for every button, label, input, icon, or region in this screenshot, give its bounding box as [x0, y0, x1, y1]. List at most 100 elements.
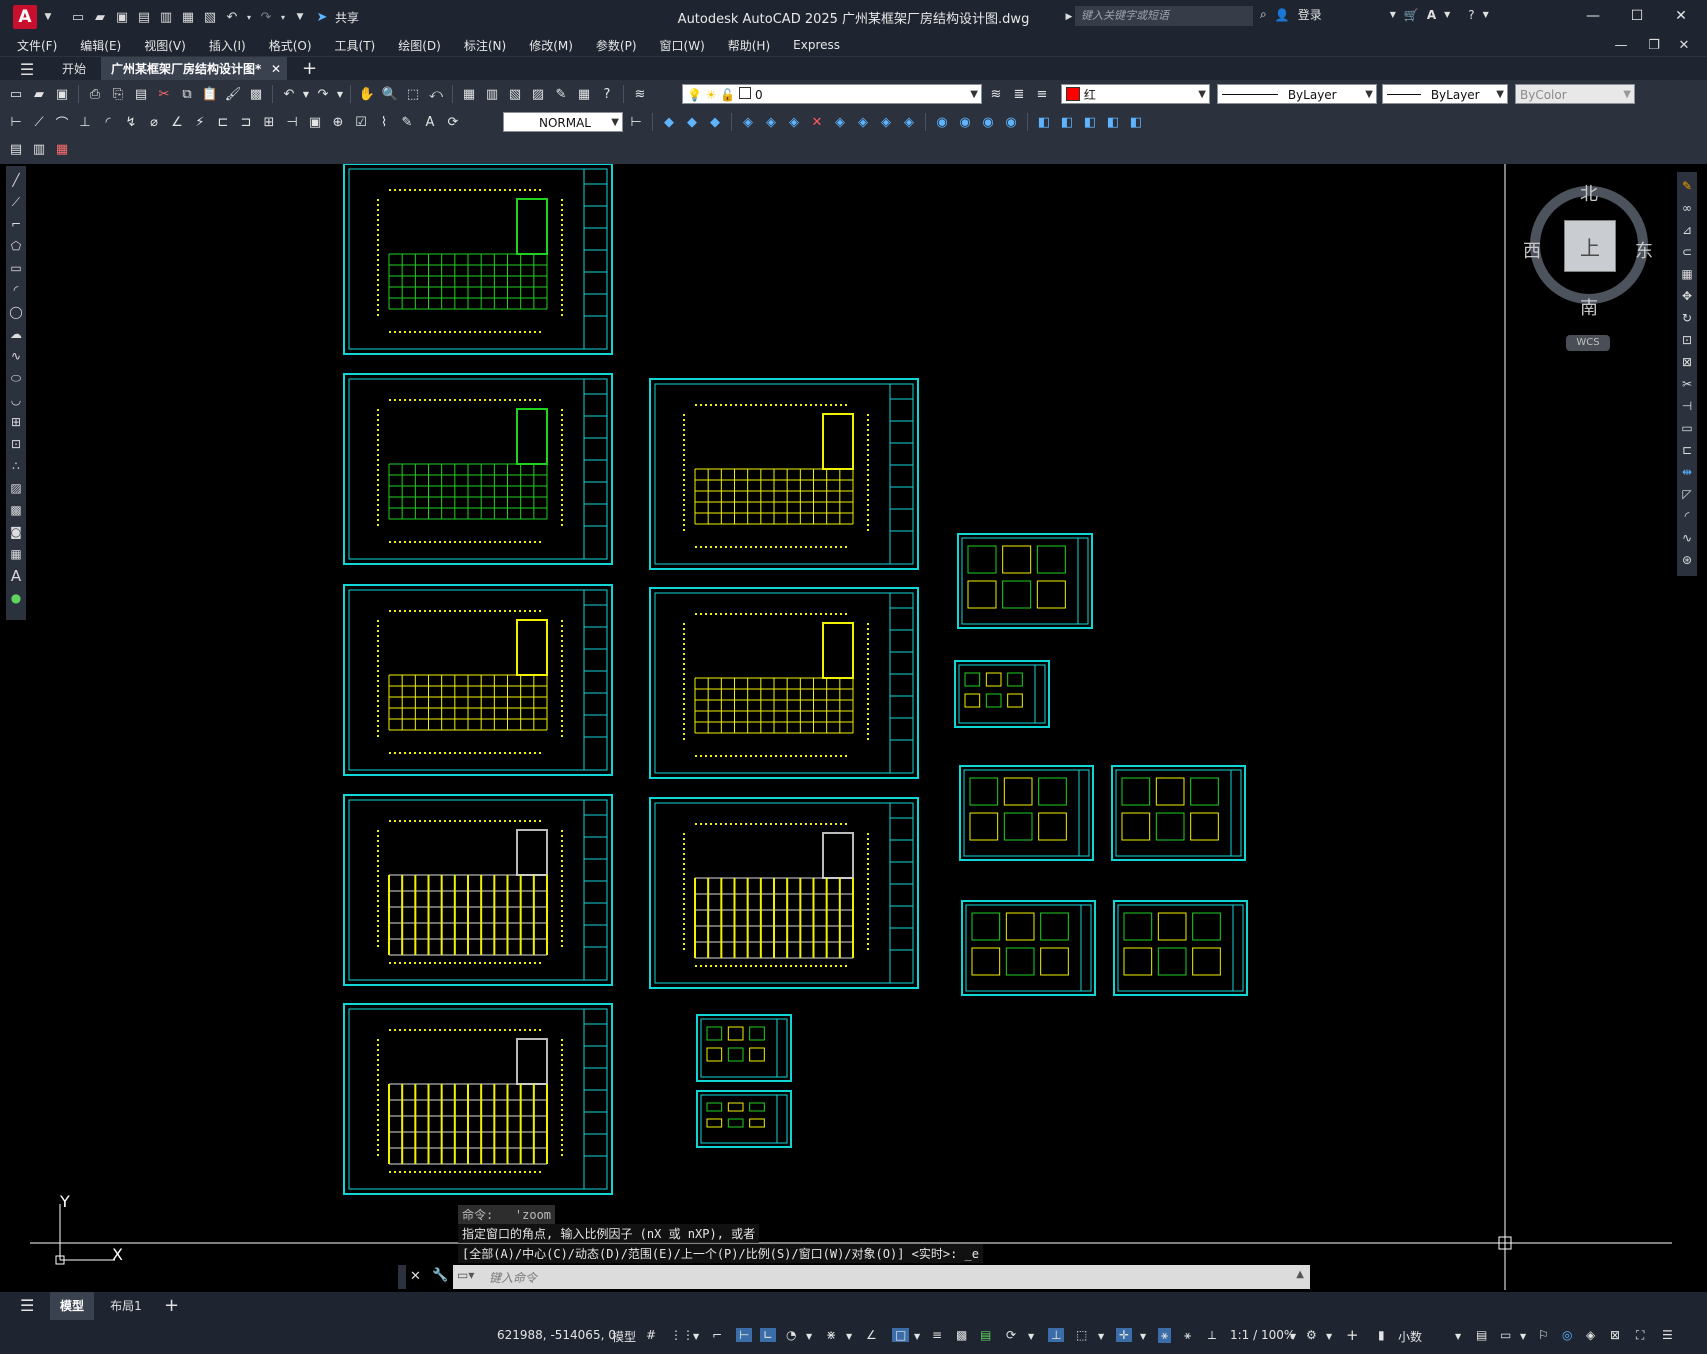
drawing-close-icon[interactable]: ✕ — [1675, 36, 1693, 54]
construction-line-icon[interactable]: ⟋ — [7, 192, 25, 212]
view-tool-20-icon[interactable]: ◧ — [1126, 112, 1146, 132]
properties-icon[interactable]: ▦ — [459, 84, 479, 104]
redo-dropdown-icon[interactable]: ▾ — [279, 8, 287, 26]
fullscreen-icon[interactable]: ⛶ — [1636, 1328, 1644, 1343]
minimize-button[interactable]: — — [1573, 4, 1613, 28]
menu-parametric[interactable]: 参数(P) — [596, 37, 637, 54]
rotate-icon[interactable]: ↻ — [1678, 308, 1696, 328]
aligned-dimension-icon[interactable]: ⟋ — [29, 112, 49, 132]
ellipse-arc-icon[interactable]: ◡ — [7, 390, 25, 410]
make-current-layer-icon[interactable]: ≋ — [986, 84, 1006, 104]
spline-icon[interactable]: ∿ — [7, 346, 25, 366]
color-dropdown[interactable]: 红 ▼ — [1061, 84, 1210, 104]
close-button[interactable]: ✕ — [1661, 4, 1701, 28]
diameter-dimension-icon[interactable]: ⌀ — [144, 112, 164, 132]
add-selected-icon[interactable]: ● — [7, 588, 25, 608]
grid-icon[interactable]: # — [646, 1328, 656, 1342]
redo-icon[interactable]: ↷ — [257, 8, 275, 26]
hamburger-menu-icon[interactable]: ☰ — [18, 60, 36, 79]
lineweight-dropdown-icon[interactable]: ▼ — [1496, 85, 1504, 105]
clean-screen-icon[interactable]: ⊠ — [1610, 1328, 1620, 1342]
lineweight-dropdown[interactable]: ByLayer ▼ — [1382, 84, 1508, 104]
continue-dimension-icon[interactable]: ⊐ — [236, 112, 256, 132]
inspection-icon[interactable]: ☑ — [351, 112, 371, 132]
dimension-edit-icon[interactable]: ✎ — [397, 112, 417, 132]
view-tool-15-icon[interactable]: ◉ — [1001, 112, 1021, 132]
graphics-performance-icon[interactable]: ▭ — [1500, 1328, 1511, 1342]
tab-layout1[interactable]: 布局1 — [104, 1292, 148, 1320]
pan-icon[interactable]: ✋ — [357, 84, 377, 104]
extra-tool-2-icon[interactable]: ▥ — [29, 139, 49, 159]
layer-sun-icon[interactable]: ☀ — [706, 88, 717, 102]
angular-dimension-icon[interactable]: ∠ — [167, 112, 187, 132]
dimension-style-icon[interactable]: ⊢ — [626, 112, 646, 132]
drawing-minimize-icon[interactable]: — — [1612, 36, 1630, 54]
block-editor-icon[interactable]: ▩ — [246, 84, 266, 104]
insert-block-icon[interactable]: ⊞ — [7, 412, 25, 432]
hardware-acceleration-icon[interactable]: ◈ — [1586, 1328, 1595, 1342]
autodesk-a360-icon[interactable]: A — [1427, 8, 1436, 22]
color-dropdown-icon[interactable]: ▼ — [1198, 85, 1206, 105]
drawing-restore-icon[interactable]: ❐ — [1645, 36, 1663, 54]
menu-dimension[interactable]: 标注(N) — [464, 37, 506, 54]
blend-curves-icon[interactable]: ∿ — [1678, 528, 1696, 548]
save-icon[interactable]: ▣ — [52, 84, 72, 104]
share-button[interactable]: 共享 — [335, 9, 359, 26]
selection-filter-dropdown-icon[interactable]: ▼ — [1098, 1332, 1104, 1341]
command-window-handle[interactable] — [398, 1265, 406, 1289]
ortho-mode-icon[interactable]: ∟ — [760, 1328, 777, 1342]
design-center-icon[interactable]: ▥ — [482, 84, 502, 104]
baseline-dimension-icon[interactable]: ⊏ — [213, 112, 233, 132]
markup-icon[interactable]: ✎ — [551, 84, 571, 104]
new-file-icon[interactable]: ▭ — [69, 8, 87, 26]
lineweight-toggle-icon[interactable]: ≡ — [932, 1328, 942, 1342]
compass-south[interactable]: 南 — [1580, 294, 1598, 320]
explode-icon[interactable]: ⊛ — [1678, 550, 1696, 570]
menu-view[interactable]: 视图(V) — [144, 37, 186, 54]
trim-icon[interactable]: ✂ — [1678, 374, 1696, 394]
command-close-icon[interactable]: ✕ — [410, 1269, 421, 1284]
customize-qat-icon[interactable]: ▼ — [291, 8, 309, 26]
paste-icon[interactable]: 📋 — [200, 84, 220, 104]
radius-dimension-icon[interactable]: ◜ — [98, 112, 118, 132]
command-prompt-icon[interactable]: ▭▾ — [457, 1268, 474, 1282]
menu-tools[interactable]: 工具(T) — [335, 37, 376, 54]
polar-tracking-icon[interactable]: ◔ — [786, 1328, 796, 1342]
workspace-dropdown-icon[interactable]: ▼ — [1326, 1332, 1332, 1341]
menu-modify[interactable]: 修改(M) — [529, 37, 573, 54]
jogged-dimension-icon[interactable]: ↯ — [121, 112, 141, 132]
infer-constraints-icon[interactable]: ⌐ — [712, 1328, 722, 1342]
3d-snap-dropdown-icon[interactable]: ▼ — [1028, 1332, 1034, 1341]
layer-properties-icon[interactable]: ≋ — [630, 84, 650, 104]
compass-north[interactable]: 北 — [1580, 180, 1598, 206]
view-tool-1-icon[interactable]: ◆ — [659, 112, 679, 132]
dimstyle-dropdown-icon[interactable]: ▼ — [611, 113, 619, 133]
model-space-button[interactable]: 模型 — [612, 1328, 636, 1345]
drawing-canvas[interactable] — [30, 164, 1672, 1290]
help-icon[interactable]: ? — [597, 84, 617, 104]
view-tool-19-icon[interactable]: ◧ — [1103, 112, 1123, 132]
mirror-icon[interactable]: ⊿ — [1678, 220, 1696, 240]
undo-icon[interactable]: ↶ — [223, 8, 241, 26]
viewcube-top-face[interactable]: 上 — [1564, 220, 1616, 272]
object-snap-icon[interactable]: □ — [892, 1328, 910, 1342]
command-customize-icon[interactable]: 🔧 — [432, 1268, 448, 1283]
layer-bulb-icon[interactable]: 💡 — [687, 88, 702, 102]
array-icon[interactable]: ▦ — [1678, 264, 1696, 284]
polar-dropdown-icon[interactable]: ▼ — [806, 1332, 812, 1341]
help-icon[interactable]: ? — [1468, 8, 1474, 22]
layer-states-icon[interactable]: ≡ — [1032, 84, 1052, 104]
maximize-button[interactable]: ☐ — [1617, 4, 1657, 28]
zoom-previous-icon[interactable]: ⤺ — [426, 84, 446, 104]
compass-east[interactable]: 东 — [1635, 237, 1653, 263]
object-snap-dropdown-icon[interactable]: ▼ — [914, 1332, 920, 1341]
snap-dropdown-icon[interactable]: ▼ — [693, 1332, 699, 1341]
layer-dropdown[interactable]: 💡 ☀ 🔓 0 ▼ — [682, 84, 982, 104]
annotation-scale-value[interactable]: 1:1 / 100% — [1230, 1328, 1295, 1342]
dynamic-ucs-icon[interactable]: ⊥ — [1048, 1328, 1065, 1342]
offset-icon[interactable]: ⊂ — [1678, 242, 1696, 262]
login-dropdown-icon[interactable]: ▼ — [1390, 10, 1396, 19]
compass-west[interactable]: 西 — [1523, 237, 1541, 263]
lock-ui-icon[interactable]: ⚐ — [1538, 1328, 1549, 1342]
view-tool-14-icon[interactable]: ◉ — [978, 112, 998, 132]
